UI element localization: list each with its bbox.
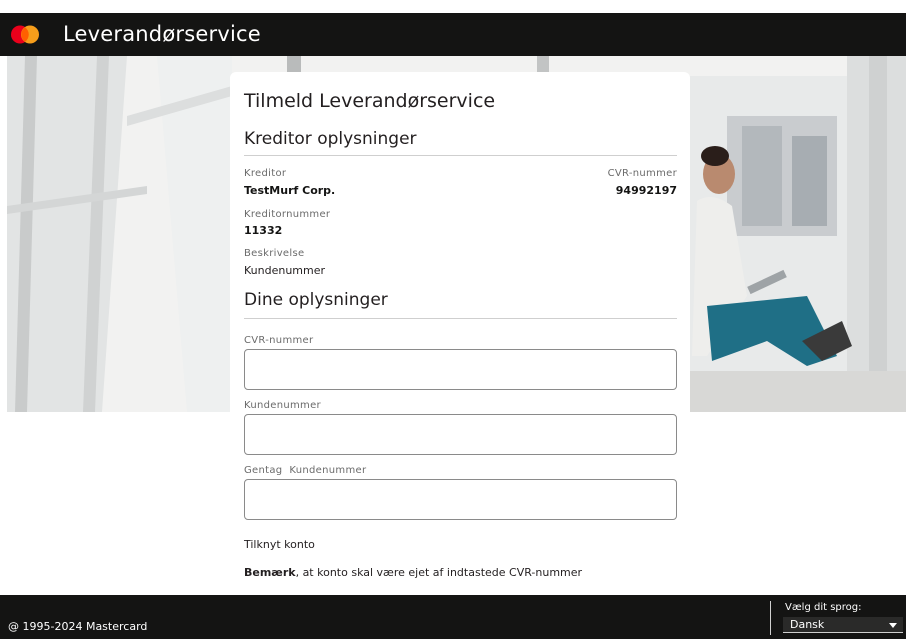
- creditor-value: TestMurf Corp.: [244, 184, 336, 197]
- description-label: Beskrivelse: [244, 248, 305, 259]
- page-title: Tilmeld Leverandørservice: [244, 90, 496, 112]
- cvr-number-input[interactable]: [244, 349, 677, 390]
- repeat-customer-number-label: Gentag Kundenummer: [244, 465, 367, 476]
- creditor-number-value: 11332: [244, 224, 283, 237]
- note-emphasis: Bemærk: [244, 566, 296, 579]
- signup-card: Tilmeld Leverandørservice Kreditor oplys…: [230, 72, 690, 594]
- chevron-down-icon: [889, 623, 897, 628]
- app-title: Leverandørservice: [63, 22, 261, 46]
- language-label: Vælg dit sprog:: [785, 602, 862, 613]
- app-header: Leverandørservice: [0, 13, 906, 56]
- creditor-label: Kreditor: [244, 168, 287, 179]
- divider: [770, 601, 771, 635]
- customer-number-input[interactable]: [244, 414, 677, 455]
- divider: [244, 318, 677, 319]
- divider: [244, 155, 677, 156]
- account-ownership-note: Bemærk, at konto skal være ejet af indta…: [244, 566, 582, 579]
- copyright-text: @ 1995-2024 Mastercard: [8, 620, 148, 633]
- language-selected-value: Dansk: [790, 618, 825, 631]
- repeat-customer-number-input[interactable]: [244, 479, 677, 520]
- language-select[interactable]: Dansk: [783, 617, 903, 633]
- app-footer: @ 1995-2024 Mastercard Vælg dit sprog: D…: [0, 595, 906, 639]
- customer-number-label: Kundenummer: [244, 400, 321, 411]
- creditor-number-label: Kreditornummer: [244, 209, 331, 220]
- note-text: , at konto skal være ejet af indtastede …: [295, 566, 583, 579]
- description-value: Kundenummer: [244, 264, 326, 277]
- mastercard-logo-icon: [11, 25, 39, 44]
- your-info-section-title: Dine oplysninger: [244, 290, 388, 310]
- cvr-field-label: CVR-nummer: [244, 335, 314, 346]
- cvr-label: CVR-nummer: [607, 168, 677, 179]
- attach-account-label: Tilknyt konto: [244, 538, 315, 551]
- cvr-value: 94992197: [615, 184, 677, 197]
- creditor-section-title: Kreditor oplysninger: [244, 129, 417, 149]
